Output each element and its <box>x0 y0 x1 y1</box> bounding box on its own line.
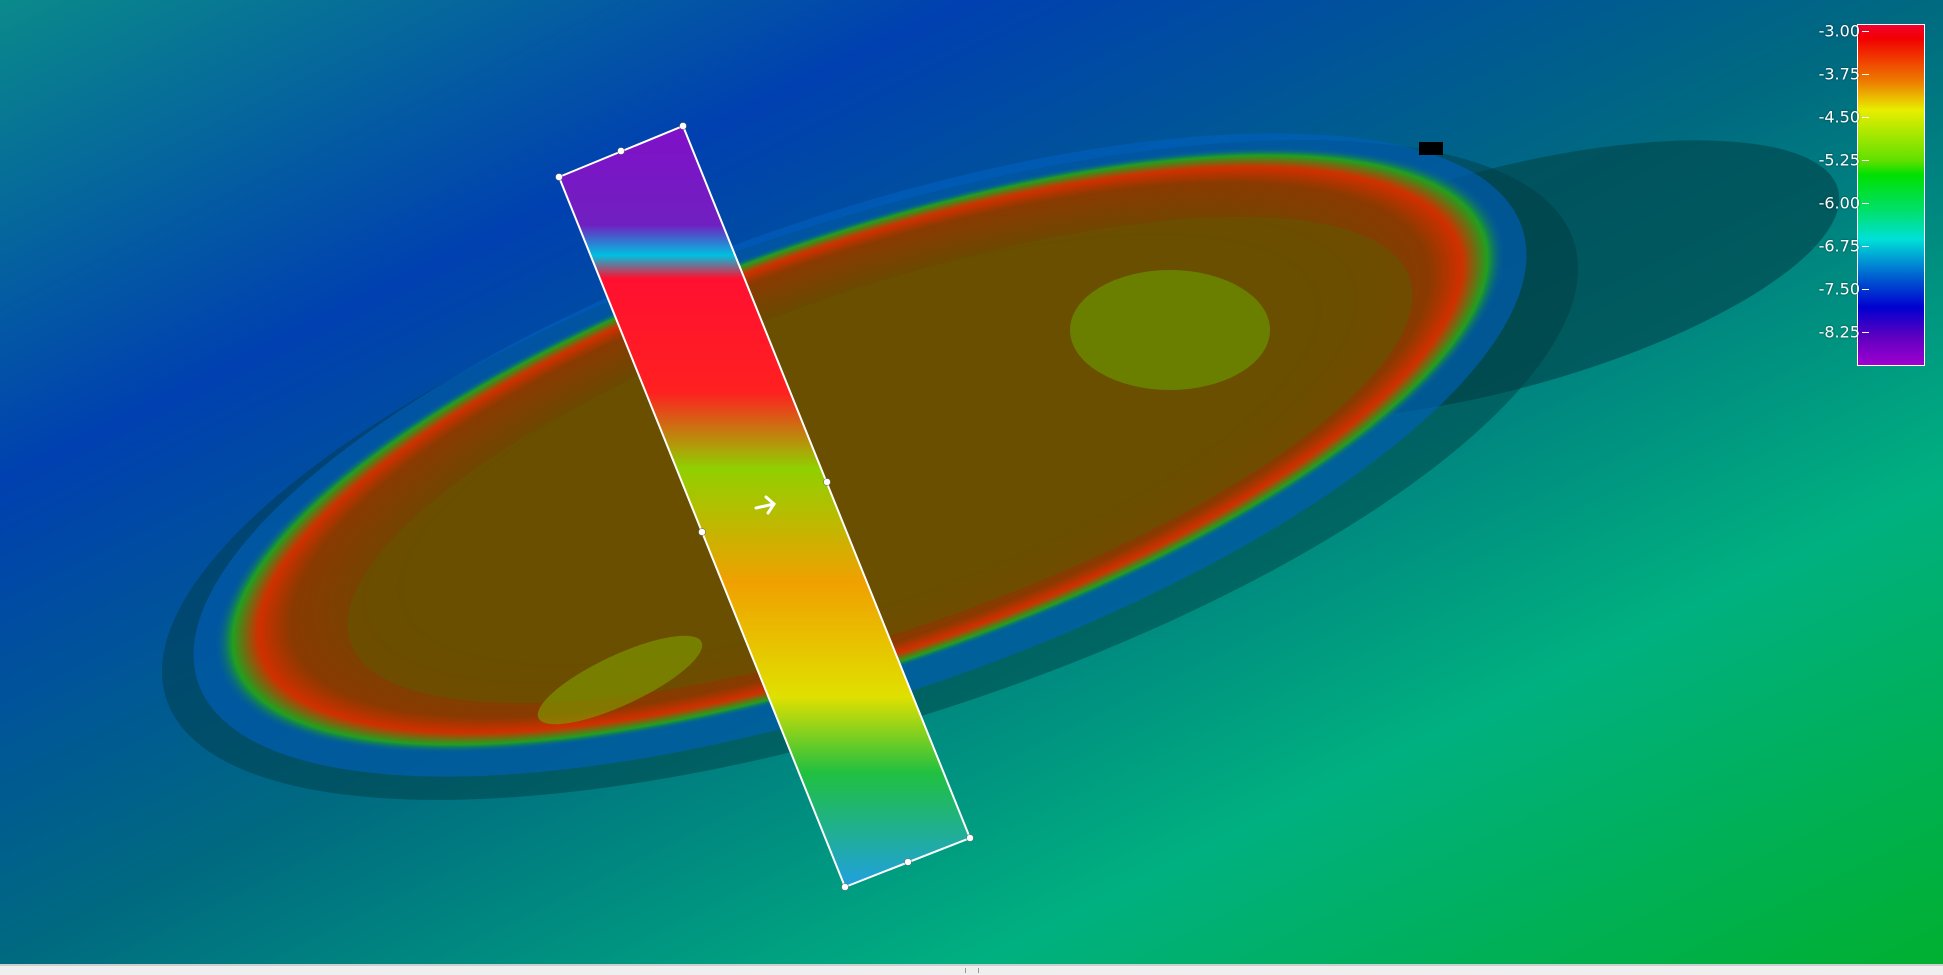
color-scale-bar <box>1857 24 1925 366</box>
scale-tick-mark <box>1862 74 1869 75</box>
scale-tick-mark <box>1862 160 1869 161</box>
scale-tick-mark <box>1862 332 1869 333</box>
scale-tick-label: -6.00 <box>1818 193 1860 213</box>
color-scale-legend: -3.00 -3.75 -4.50 -5.25 -6.00 -6.75 -7.50 -8.25 <box>1790 20 1930 370</box>
scale-tick-mark <box>1862 203 1869 204</box>
splitter-handle-icon[interactable] <box>965 968 979 973</box>
scale-tick-label: -7.50 <box>1818 279 1860 299</box>
scale-tick-label: -5.25 <box>1818 150 1860 170</box>
marker <box>1419 142 1443 155</box>
scale-tick-label: -3.00 <box>1818 21 1860 41</box>
bathymetry-viewport[interactable]: -3.00 -3.75 -4.50 -5.25 -6.00 -6.75 -7.50 -8.25 <box>0 0 1943 964</box>
bathymetry-surface[interactable] <box>0 0 1943 964</box>
scale-tick-mark <box>1862 31 1869 32</box>
scale-tick-mark <box>1862 117 1869 118</box>
scale-tick-label: -8.25 <box>1818 322 1860 342</box>
scale-tick-label: -3.75 <box>1818 64 1860 84</box>
bottom-panel-splitter[interactable] <box>0 964 1943 975</box>
scale-tick-label: -6.75 <box>1818 236 1860 256</box>
scale-tick-label: -4.50 <box>1818 107 1860 127</box>
scale-tick-mark <box>1862 289 1869 290</box>
scale-tick-mark <box>1862 246 1869 247</box>
